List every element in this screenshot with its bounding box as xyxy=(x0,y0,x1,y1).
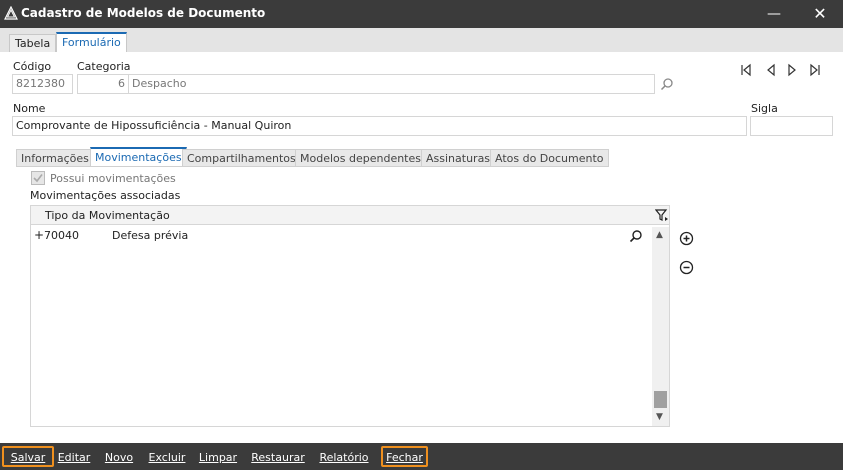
relatorio-button[interactable]: Relatório xyxy=(316,446,372,467)
salvar-button[interactable]: Salvar xyxy=(2,446,54,467)
column-header-tipo[interactable]: Tipo da Movimentação xyxy=(45,209,170,222)
grid-header: Tipo da Movimentação xyxy=(31,206,669,225)
possui-movimentacoes-checkbox[interactable] xyxy=(31,171,45,185)
sigla-field[interactable] xyxy=(750,116,833,136)
possui-movimentacoes-label: Possui movimentações xyxy=(50,172,176,185)
categoria-label: Categoria xyxy=(77,60,131,73)
expand-icon[interactable]: + xyxy=(34,228,44,242)
limpar-button[interactable]: Limpar xyxy=(196,446,240,467)
fechar-button[interactable]: Fechar xyxy=(381,446,428,467)
movimentacoes-associadas-label: Movimentações associadas xyxy=(30,189,181,202)
minimize-button[interactable]: — xyxy=(751,0,797,28)
tab-assinaturas[interactable]: Assinaturas xyxy=(421,149,496,167)
tab-compartilhamentos[interactable]: Compartilhamentos xyxy=(182,149,301,167)
checkmark-icon xyxy=(33,174,43,183)
codigo-label: Código xyxy=(13,60,52,73)
categoria-desc-field[interactable]: Despacho xyxy=(128,74,655,94)
nome-field[interactable]: Comprovante de Hipossuficiência - Manual… xyxy=(12,116,747,136)
tab-tabela[interactable]: Tabela xyxy=(9,34,57,52)
tab-modelos-dependentes[interactable]: Modelos dependentes xyxy=(295,149,426,167)
filter-icon[interactable] xyxy=(655,208,669,222)
row-code: 70040 xyxy=(44,229,79,242)
novo-button[interactable]: Novo xyxy=(101,446,137,467)
remove-circle-icon[interactable] xyxy=(679,260,694,275)
magnifier-icon[interactable] xyxy=(629,229,643,243)
close-button[interactable]: ✕ xyxy=(797,0,843,28)
codigo-field[interactable]: 8212380 xyxy=(12,74,73,94)
scroll-thumb[interactable] xyxy=(654,391,667,408)
restaurar-button[interactable]: Restaurar xyxy=(249,446,307,467)
footer-toolbar: Salvar Editar Novo Excluir Limpar Restau… xyxy=(0,443,843,470)
last-record-icon[interactable] xyxy=(808,63,822,77)
tab-informacoes[interactable]: Informações xyxy=(16,149,94,167)
add-circle-icon[interactable] xyxy=(679,231,694,246)
top-tab-bar: Tabela Formulário xyxy=(0,28,843,52)
close-icon: ✕ xyxy=(813,4,827,23)
title-bar: Cadastro de Modelos de Documento — ✕ xyxy=(0,0,843,28)
row-description: Defesa prévia xyxy=(112,229,189,242)
nome-label: Nome xyxy=(13,102,46,115)
tab-formulario[interactable]: Formulário xyxy=(56,32,127,52)
previous-record-icon[interactable] xyxy=(764,63,778,77)
first-record-icon[interactable] xyxy=(739,63,753,77)
window-title: Cadastro de Modelos de Documento xyxy=(21,6,266,20)
sigla-label: Sigla xyxy=(751,102,778,115)
grid-scrollbar[interactable]: ▲ ▼ xyxy=(652,227,669,426)
scroll-down-icon[interactable]: ▼ xyxy=(656,412,663,422)
scroll-up-icon[interactable]: ▲ xyxy=(656,230,663,240)
movimentacoes-grid: Tipo da Movimentação + 70040 Defesa prév… xyxy=(30,205,670,427)
magnifier-icon[interactable] xyxy=(660,77,674,91)
excluir-button[interactable]: Excluir xyxy=(146,446,188,467)
minimize-icon: — xyxy=(767,6,781,22)
tab-atos-do-documento[interactable]: Atos do Documento xyxy=(490,149,609,167)
next-record-icon[interactable] xyxy=(785,63,799,77)
editar-button[interactable]: Editar xyxy=(54,446,94,467)
tab-movimentacoes[interactable]: Movimentações xyxy=(90,147,187,167)
app-logo-icon xyxy=(4,6,18,20)
table-row[interactable]: + 70040 Defesa prévia xyxy=(31,227,651,245)
categoria-code-field[interactable]: 6 xyxy=(77,74,129,94)
